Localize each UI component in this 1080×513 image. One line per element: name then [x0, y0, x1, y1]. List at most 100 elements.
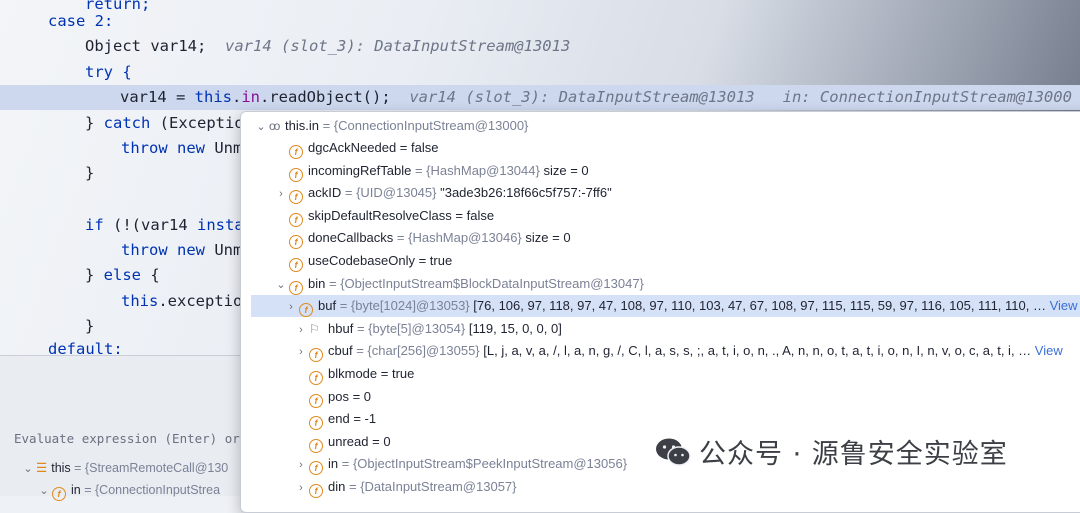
- tree-node-dgcAckNeeded[interactable]: f dgcAckNeeded = false: [273, 137, 438, 159]
- tree-node-doneCallbacks[interactable]: f doneCallbacks = {HashMap@13046} size = …: [273, 227, 571, 250]
- field-reference: = {DataInputStream@13057}: [348, 479, 517, 494]
- tree-node-blkmode[interactable]: f blkmode = true: [293, 363, 414, 385]
- expand-chevron-icon[interactable]: ›: [293, 319, 309, 341]
- field-icon: f: [289, 280, 303, 295]
- field-reference: = {byte[5]@13054}: [356, 320, 466, 336]
- field-reference: = {UID@13045}: [344, 185, 437, 201]
- field-value: = false: [455, 207, 495, 223]
- field-value: = 0: [352, 388, 372, 404]
- field-icon: f: [289, 212, 303, 227]
- field-value: size = 0: [525, 230, 571, 246]
- code-line-declaration: Object var14; var14 (slot_3): DataInputS…: [85, 37, 571, 55]
- field-icon: f: [289, 190, 303, 205]
- code-line-catch: } catch (Exceptio: [85, 114, 244, 132]
- variable-row-this[interactable]: ⌄ ☰ this = {StreamRemoteCall@130: [20, 460, 228, 475]
- expand-chevron-icon[interactable]: ⌄: [273, 274, 289, 296]
- field-icon: f: [52, 487, 66, 501]
- variable-row-in[interactable]: ⌄ f in = {ConnectionInputStrea: [36, 483, 220, 501]
- field-icon: f: [309, 461, 323, 476]
- field-value: = false: [399, 140, 439, 155]
- expand-chevron-icon[interactable]: ›: [283, 296, 299, 318]
- wechat-icon: [656, 438, 691, 466]
- field-value: = true: [418, 253, 453, 268]
- tree-node-skipDefaultResolveClass[interactable]: f skipDefaultResolveClass = false: [273, 205, 494, 227]
- evaluate-expression-input[interactable]: Evaluate expression (Enter) or: [14, 431, 240, 446]
- tree-node-root[interactable]: ⌄ oo this.in = {ConnectionInputStream@130…: [253, 115, 528, 137]
- field-value: size = 0: [543, 162, 589, 178]
- view-link[interactable]: View: [1035, 343, 1063, 358]
- inline-value-hint: var14 (slot_3): DataInputStream@13013: [225, 37, 571, 55]
- field-icon: f: [289, 167, 303, 182]
- field-reference: = {char[256]@13055}: [356, 343, 480, 359]
- expand-chevron-icon[interactable]: ⌄: [20, 462, 36, 475]
- field-value: = true: [380, 366, 415, 381]
- field-value: = 0: [372, 433, 391, 449]
- field-name: din: [328, 479, 346, 494]
- field-reference: = {HashMap@13046}: [396, 230, 522, 246]
- code-line-throw: throw new Unm: [121, 241, 243, 259]
- tree-node-pos[interactable]: f pos = 0: [293, 386, 371, 408]
- field-name: blkmode: [328, 366, 378, 381]
- tree-node-unread[interactable]: f unread = 0: [293, 431, 391, 453]
- field-reference: = {HashMap@13044}: [414, 162, 540, 178]
- field-value: = -1: [353, 411, 377, 427]
- field-value: [L, j, a, v, a, /, l, a, n, g, /, C, l, …: [483, 343, 1032, 359]
- watch-infinity-icon: oo: [269, 119, 280, 133]
- watermark: 公众号 · 源鲁安全实验室: [655, 432, 1008, 471]
- expand-chevron-icon[interactable]: ›: [293, 477, 309, 499]
- code-line-try: try {: [85, 63, 132, 81]
- tree-node-hbuf[interactable]: › ⚐ hbuf = {byte[5]@13054} [119, 15, 0, 0,…: [293, 318, 562, 340]
- field-name: doneCallbacks: [308, 230, 394, 246]
- field-name: useCodebaseOnly: [308, 253, 415, 268]
- tree-node-bin[interactable]: ⌄ f bin = {ObjectInputStream$BlockDataInpu…: [273, 273, 644, 295]
- field-name: hbuf: [328, 320, 354, 336]
- field-icon: f: [309, 438, 323, 453]
- field-name: cbuf: [328, 343, 353, 359]
- field-icon: f: [289, 235, 303, 250]
- field-name: in: [328, 456, 339, 472]
- code-line-throw: throw new Unm: [121, 139, 243, 157]
- tree-node-useCodebaseOnly[interactable]: f useCodebaseOnly = true: [273, 250, 452, 272]
- expand-chevron-icon[interactable]: ›: [273, 183, 289, 205]
- tree-node-ackID[interactable]: › f ackID = {UID@13045} "3ade3b26:18f66c5f…: [273, 182, 612, 205]
- field-name: pos: [328, 388, 349, 404]
- field-icon: f: [309, 416, 323, 431]
- field-name: bin: [308, 275, 326, 291]
- field-icon: f: [309, 393, 323, 408]
- tree-node-buf[interactable]: › f buf = {byte[1024]@13053} [76, 106, 97,…: [251, 295, 1080, 318]
- code-line-case: case 2:: [48, 12, 114, 30]
- expand-chevron-icon[interactable]: ⌄: [253, 116, 269, 138]
- field-icon: f: [289, 258, 303, 272]
- field-name: skipDefaultResolveClass: [308, 207, 452, 223]
- expand-chevron-icon[interactable]: ›: [293, 341, 309, 363]
- field-name: end: [328, 411, 350, 427]
- code-line-close: }: [85, 317, 95, 335]
- inline-value-hint: var14 (slot_3): DataInputStream@13013: [409, 88, 755, 106]
- field-name: incomingRefTable: [308, 162, 412, 178]
- code-line-if: if (!(var14 insta: [85, 216, 244, 234]
- tree-node-incomingRefTable[interactable]: f incomingRefTable = {HashMap@13044} size…: [273, 160, 589, 182]
- tree-node-cbuf[interactable]: › f cbuf = {char[256]@13055} [L, j, a, v, …: [293, 340, 1063, 363]
- field-reference: = {ObjectInputStream$PeekInputStream@130…: [341, 456, 628, 472]
- code-line-exception: this.exceptio: [121, 292, 243, 310]
- debugger-variables-panel[interactable]: Evaluate expression (Enter) or ⌄ ☰ this = …: [0, 355, 240, 501]
- field-name: ackID: [308, 185, 342, 201]
- inline-value-hint: in: ConnectionInputStream@13000: [782, 88, 1072, 106]
- field-name: dgcAckNeeded: [308, 140, 397, 155]
- tree-node-end[interactable]: f end = -1: [293, 408, 377, 431]
- final-field-icon: ⚐: [309, 321, 320, 336]
- expand-chevron-icon[interactable]: ⌄: [36, 484, 52, 497]
- stack-icon: ☰: [36, 461, 48, 475]
- code-line-close: }: [85, 164, 95, 182]
- watermark-text: 公众号 · 源鲁安全实验室: [699, 439, 1008, 470]
- field-value: [119, 15, 0, 0, 0]: [468, 320, 562, 336]
- field-icon: f: [299, 303, 313, 318]
- field-name: buf: [318, 298, 337, 314]
- field-name: unread: [328, 433, 369, 449]
- field-icon: f: [309, 371, 323, 385]
- field-icon: f: [289, 145, 303, 159]
- view-link[interactable]: View: [1050, 298, 1078, 313]
- field-icon: f: [309, 484, 323, 498]
- tree-node-in[interactable]: › f in = {ObjectInputStream$PeekInputStrea…: [293, 453, 628, 476]
- expand-chevron-icon[interactable]: ›: [293, 454, 309, 476]
